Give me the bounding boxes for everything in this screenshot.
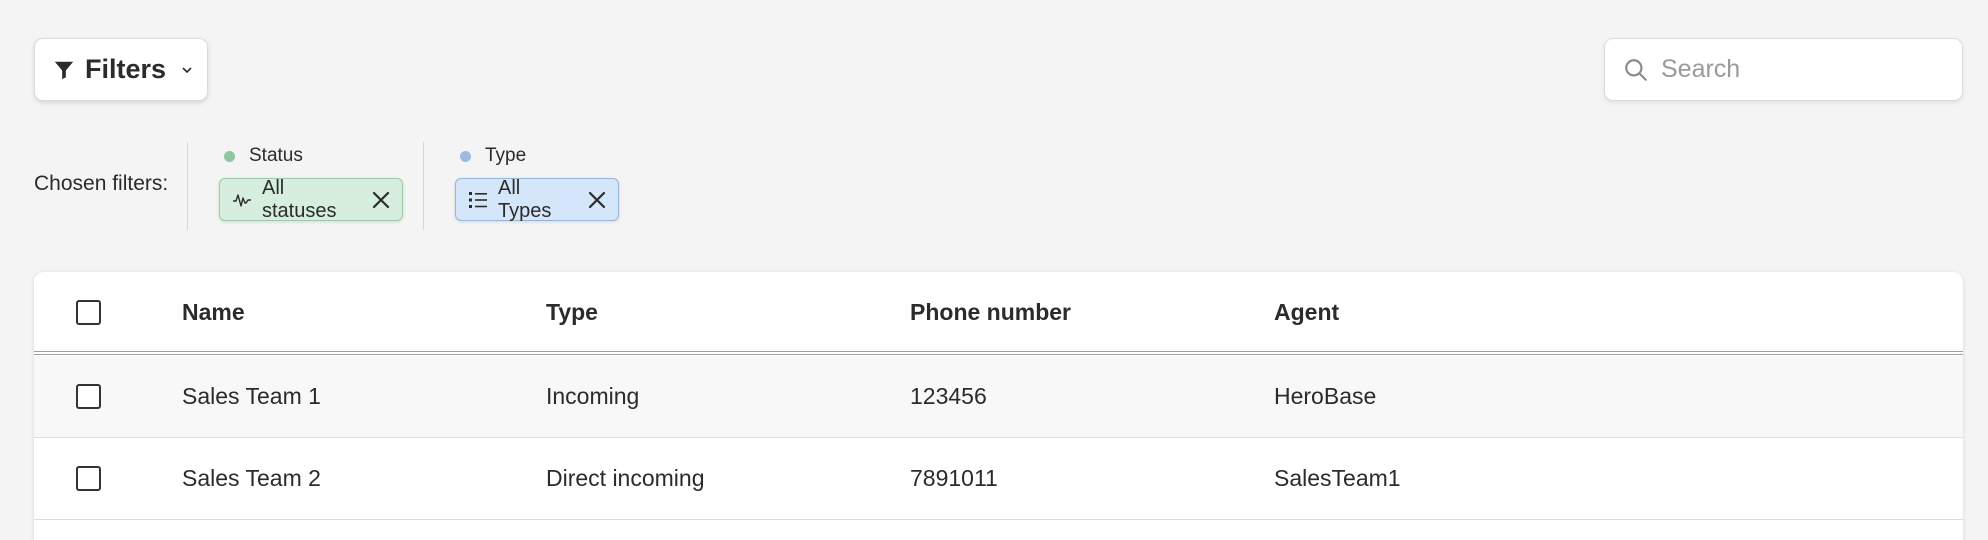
remove-type-filter-icon[interactable] — [588, 191, 606, 209]
cell-phone: 7891011 — [910, 465, 998, 491]
page: Filters Chosen filters: Status All statu… — [0, 0, 1988, 540]
filters-button[interactable]: Filters — [34, 38, 208, 101]
chosen-filters-label: Chosen filters: — [34, 172, 169, 195]
status-filter-title: Status — [224, 145, 303, 167]
column-header-phone[interactable]: Phone number — [910, 299, 1071, 326]
search-icon — [1623, 57, 1649, 83]
column-header-name[interactable]: Name — [182, 299, 245, 326]
row-checkbox[interactable] — [76, 384, 101, 409]
type-filter-title: Type — [460, 145, 526, 167]
filter-icon — [53, 59, 75, 81]
column-header-agent[interactable]: Agent — [1274, 299, 1339, 326]
table-header-row: Name Type Phone number Agent — [34, 272, 1963, 352]
table-row[interactable]: Sales Team 1 Incoming 123456 HeroBase — [34, 356, 1963, 438]
chevron-down-icon — [180, 63, 194, 77]
type-chip-label: All Types — [498, 176, 552, 222]
row-checkbox[interactable] — [76, 466, 101, 491]
header-divider — [34, 351, 1963, 352]
status-filter-title-text: Status — [249, 145, 303, 166]
search-box[interactable] — [1604, 38, 1963, 101]
filters-button-label: Filters — [85, 54, 167, 84]
select-all-checkbox[interactable] — [76, 299, 101, 325]
cell-name: Sales Team 1 — [182, 383, 321, 409]
search-input[interactable] — [1661, 55, 1951, 84]
list-icon — [468, 190, 488, 210]
cell-type: Direct incoming — [546, 465, 705, 491]
cell-phone: 123456 — [910, 383, 987, 409]
table-row[interactable]: Sales Team 2 Direct incoming 7891011 Sal… — [34, 438, 1963, 520]
status-filter-chip[interactable]: All statuses — [219, 176, 403, 222]
status-dot — [224, 150, 235, 162]
divider — [187, 142, 188, 230]
cell-agent: SalesTeam1 — [1274, 465, 1401, 491]
activity-icon — [232, 190, 252, 210]
divider — [423, 142, 424, 230]
column-header-type[interactable]: Type — [546, 299, 598, 326]
status-chip-label: All statuses — [262, 176, 337, 222]
cell-agent: HeroBase — [1274, 383, 1377, 409]
cell-type: Incoming — [546, 383, 640, 409]
type-dot — [460, 150, 471, 162]
type-filter-title-text: Type — [485, 145, 527, 166]
header-divider — [34, 354, 1963, 355]
data-table: Name Type Phone number Agent Sales Team … — [34, 272, 1963, 540]
cell-name: Sales Team 2 — [182, 465, 321, 491]
type-filter-chip[interactable]: All Types — [455, 176, 619, 222]
remove-status-filter-icon[interactable] — [372, 191, 390, 209]
